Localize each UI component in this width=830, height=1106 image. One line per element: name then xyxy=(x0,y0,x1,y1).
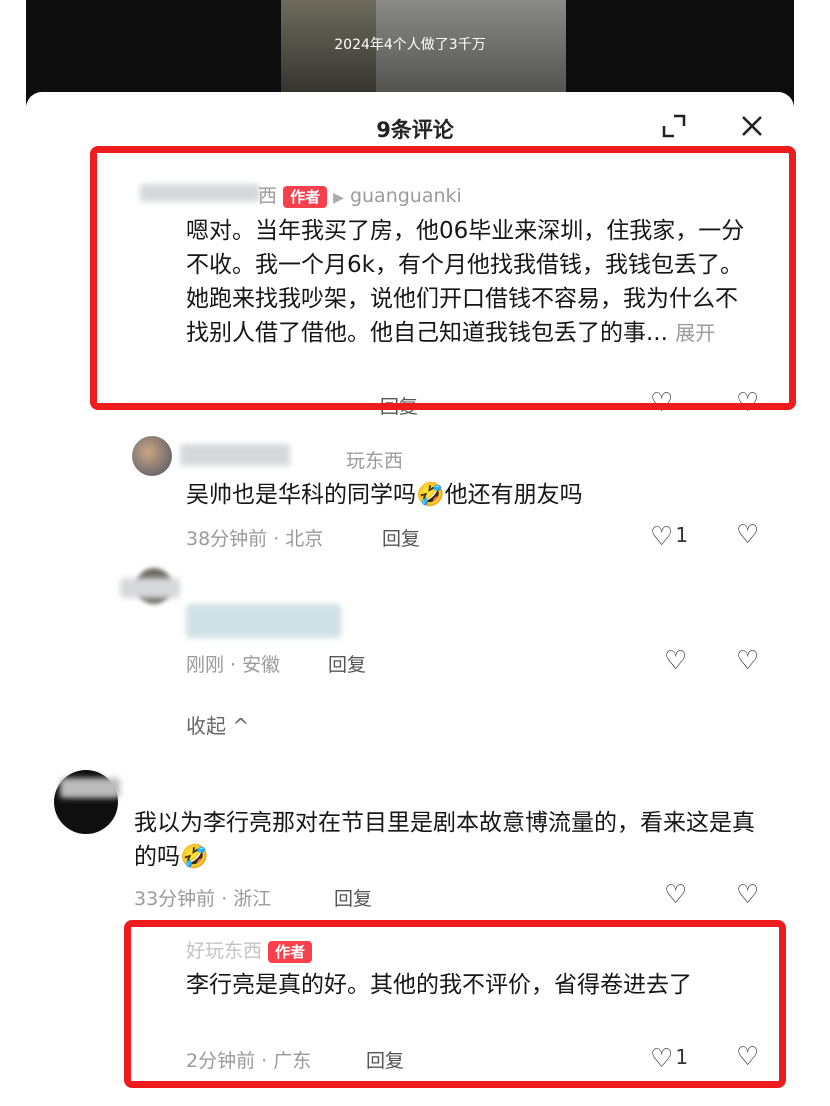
comment-count-title: 9条评论 xyxy=(376,118,454,142)
highlight-frame xyxy=(124,920,786,1088)
close-icon[interactable] xyxy=(738,112,766,147)
reply-button[interactable]: 回复 xyxy=(328,650,366,677)
video-caption: 2024年4个人做了3千万 xyxy=(334,37,486,53)
collapse-replies-button[interactable]: 收起 ^ xyxy=(186,710,249,739)
expand-icon[interactable] xyxy=(660,112,688,147)
dislike-icon[interactable]: ♡ xyxy=(736,646,759,676)
comment-time-location: 刚刚 · 安徽 xyxy=(186,654,281,676)
comment-time-location: 33分钟前 · 浙江 xyxy=(134,888,272,910)
blurred-username xyxy=(60,778,120,798)
blurred-username xyxy=(180,444,290,466)
dislike-icon[interactable]: ♡ xyxy=(736,880,759,910)
reply-button[interactable]: 回复 xyxy=(334,884,372,911)
comment-author[interactable]: 玩东西 xyxy=(346,446,403,473)
highlight-frame xyxy=(90,146,796,410)
video-preview[interactable]: 2024年4个人做了3千万 xyxy=(26,0,794,106)
comment-time-location: 38分钟前 · 北京 xyxy=(186,528,324,550)
like-icon[interactable]: ♡ 1 xyxy=(650,520,688,552)
like-icon[interactable]: ♡ xyxy=(664,646,687,676)
like-count: 1 xyxy=(675,523,689,547)
comment-text: 吴帅也是华科的同学吗🤣他还有朋友吗 xyxy=(186,482,583,508)
comment-text: 我以为李行亮那对在节目里是剧本故意博流量的，看来这是真的吗🤣 xyxy=(134,810,755,870)
dislike-icon[interactable]: ♡ xyxy=(736,520,759,550)
reply-button[interactable]: 回复 xyxy=(382,524,420,551)
blurred-username xyxy=(120,578,180,598)
avatar[interactable] xyxy=(132,436,172,476)
blurred-comment-text xyxy=(186,604,341,638)
like-icon[interactable]: ♡ xyxy=(664,880,687,910)
